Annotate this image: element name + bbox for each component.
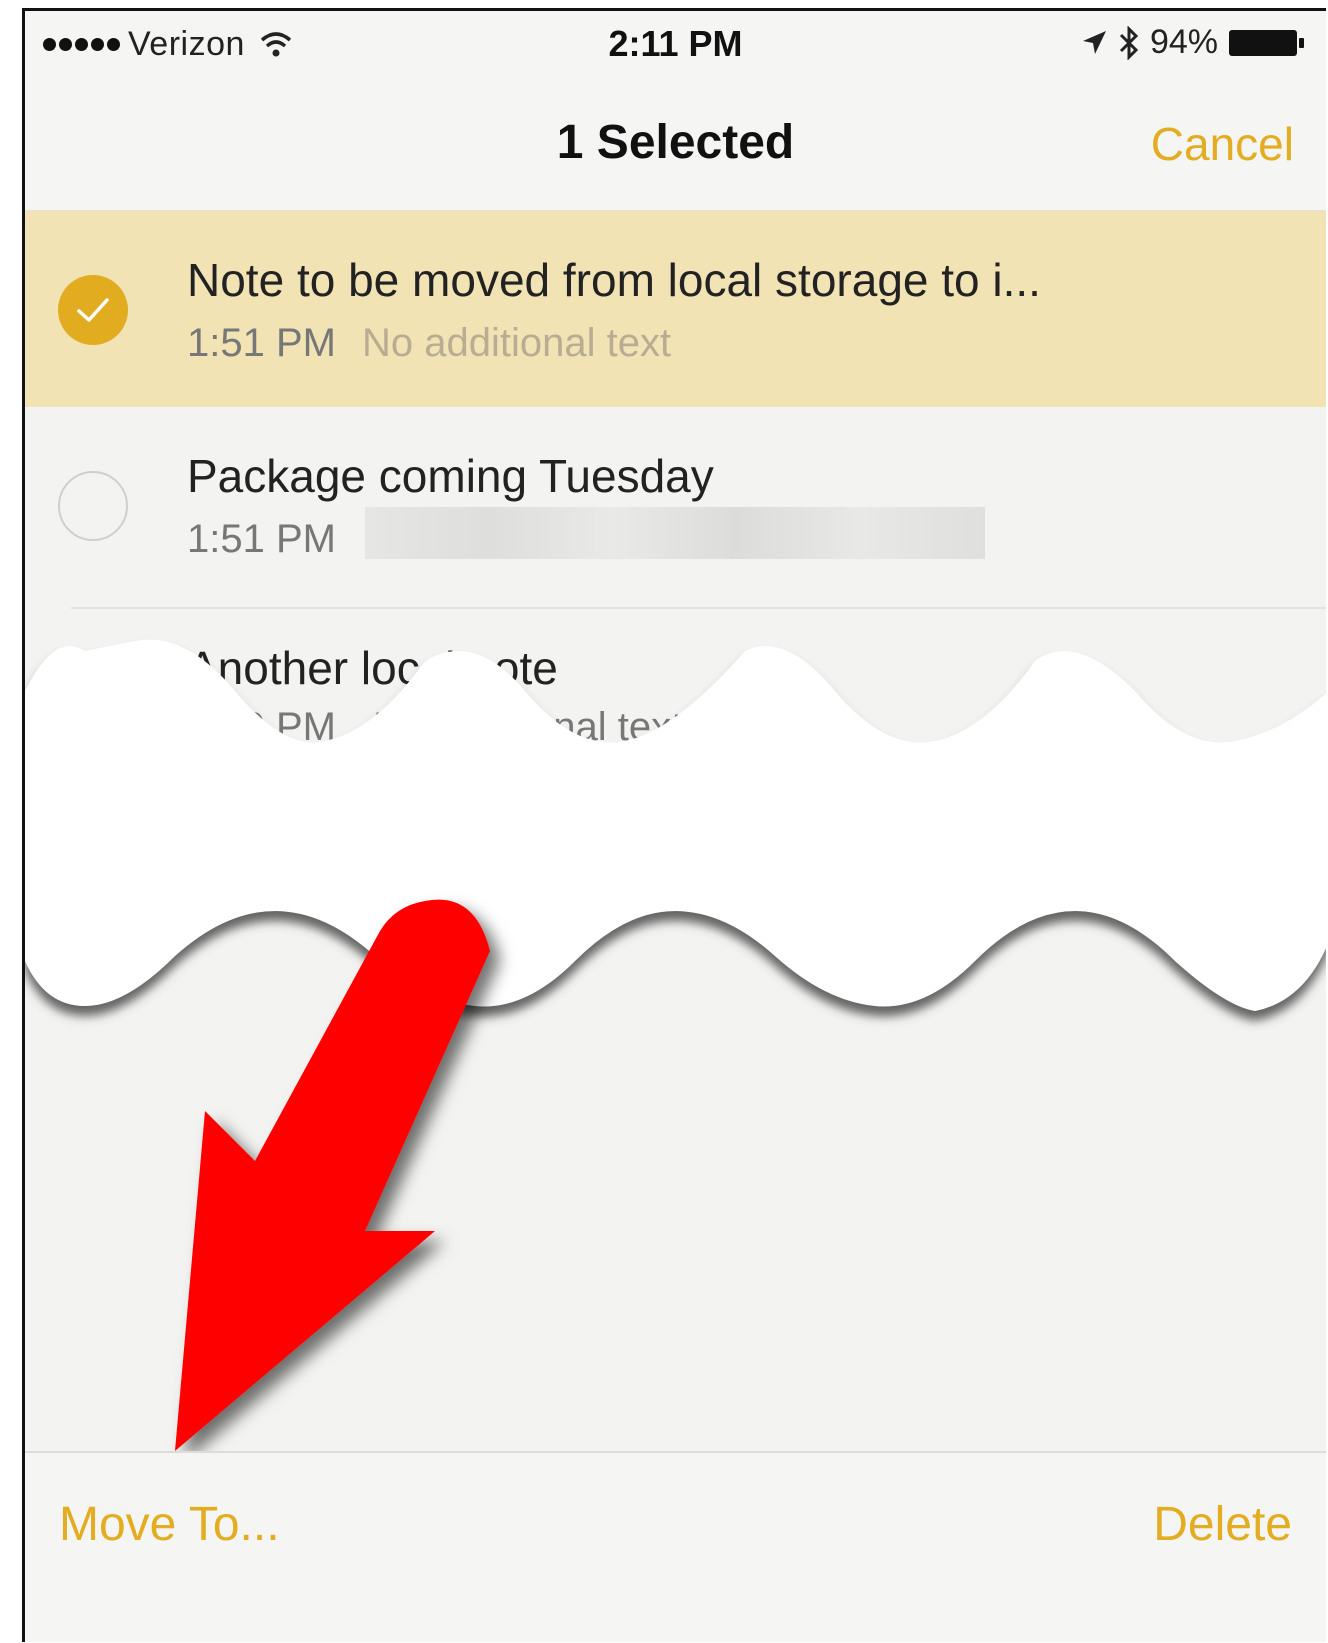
- navigation-bar: 1 Selected Cancel: [25, 83, 1326, 211]
- battery-icon: [1229, 29, 1304, 56]
- note-title: Note to be moved from local storage to i…: [187, 254, 1041, 306]
- note-title: Package coming Tuesday: [187, 450, 714, 502]
- blurred-preview: [365, 507, 985, 559]
- note-row-selected[interactable]: Note to be moved from local storage to i…: [25, 211, 1326, 407]
- page-title: 1 Selected: [556, 116, 795, 169]
- note-meta: 1:51 PM No additional text: [187, 321, 671, 366]
- cancel-button[interactable]: Cancel: [1151, 117, 1294, 171]
- move-to-button[interactable]: Move To...: [59, 1497, 280, 1552]
- phone-screen: Verizon 2:11 PM 94% 1 Selected Cancel No…: [22, 8, 1326, 1642]
- location-arrow-icon: [1082, 30, 1106, 54]
- note-meta: 1:51 PM: [187, 517, 336, 562]
- empty-circle-icon[interactable]: [58, 471, 128, 541]
- note-time: 1:51 PM: [187, 321, 336, 365]
- bottom-toolbar: Move To... Delete: [25, 1451, 1326, 1642]
- red-arrow-annotation: [175, 899, 490, 1451]
- note-row[interactable]: Package coming Tuesday 1:51 PM: [25, 407, 1326, 607]
- checkmark-circle-icon[interactable]: [58, 275, 128, 345]
- note-time: 1:51 PM: [187, 517, 336, 561]
- note-preview: No additional text: [361, 321, 672, 365]
- status-right: 94%: [1080, 23, 1306, 62]
- bluetooth-icon: [1119, 25, 1139, 60]
- status-bar: Verizon 2:11 PM 94%: [25, 11, 1326, 83]
- battery-percent: 94%: [1149, 23, 1218, 61]
- delete-button[interactable]: Delete: [1153, 1497, 1292, 1552]
